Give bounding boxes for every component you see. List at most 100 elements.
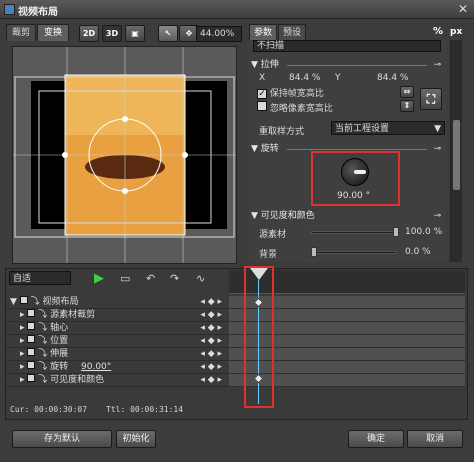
stretch-divider <box>287 65 427 66</box>
track-checkbox[interactable] <box>27 322 36 330</box>
split-view-icon[interactable]: ▣ <box>125 25 145 42</box>
ignore-pixel-checkbox[interactable] <box>257 101 267 111</box>
track-row[interactable]: ▸ ⤵ 位置 ◂ ◆ ▸ <box>6 335 228 348</box>
source-slider-knob[interactable] <box>393 227 399 237</box>
window-title: 视频布局 <box>18 7 58 18</box>
track-label: 源素材裁剪 <box>50 310 96 320</box>
close-icon[interactable]: ✕ <box>456 2 470 16</box>
redo-icon[interactable]: ↷ <box>170 272 179 285</box>
link-icon[interactable]: ⊸ <box>433 209 441 223</box>
ignore-pixel-row[interactable]: 忽略像素宽高比 <box>257 101 333 114</box>
handle-bottom[interactable] <box>122 188 128 194</box>
resample-label: 重取样方式 <box>259 127 305 137</box>
rotation-value[interactable]: 90.00 ° <box>337 191 370 201</box>
stretch-x-value[interactable]: 84.4 % <box>289 73 320 83</box>
keyframe-nav-icon[interactable]: ◂ ◆ ▸ <box>200 322 228 335</box>
track-row[interactable]: ▸ ⤵ 源素材裁剪 ◂ ◆ ▸ <box>6 309 228 322</box>
source-label: 源素材 <box>259 230 287 240</box>
keyframe-nav-icon[interactable]: ◂ ◆ ▸ <box>200 335 228 348</box>
zoom-value: 44.00% <box>200 29 235 39</box>
keep-ratio-row[interactable]: ✓ 保持帧宽高比 <box>257 86 324 99</box>
swap-vertical-icon[interactable]: ⇕ <box>400 100 414 112</box>
scroll-thumb[interactable] <box>453 120 460 190</box>
handle-left[interactable] <box>62 152 68 158</box>
ok-button[interactable]: 确定 <box>348 430 404 448</box>
source-value[interactable]: 100.0 % <box>405 227 442 237</box>
track-row[interactable]: ▼ ⤵ 视频布局 ◂ ◆ ▸ <box>6 296 228 309</box>
undo-icon[interactable]: ↶ <box>146 272 155 285</box>
visibility-section-header[interactable]: ▼ 可见度和颜色 ⊸ <box>251 209 445 223</box>
handle-top[interactable] <box>122 116 128 122</box>
track-checkbox[interactable] <box>27 361 36 369</box>
chevron-down-icon: ▼ <box>434 124 441 134</box>
swap-icon[interactable]: ⇔ <box>400 86 414 98</box>
track-row[interactable]: ▸ ⤵ 可见度和颜色 ◂ ◆ ▸ <box>6 374 228 387</box>
fit-mode-select[interactable]: 自适 <box>9 271 71 285</box>
tab-presets[interactable]: 预设 <box>278 24 306 41</box>
rotation-divider <box>287 149 427 150</box>
track-label: 可见度和颜色 <box>50 375 105 385</box>
tab-params[interactable]: 参数 <box>249 24 277 41</box>
keep-ratio-checkbox[interactable]: ✓ <box>257 89 267 99</box>
percent-unit-button[interactable]: % <box>433 26 443 37</box>
cursor-icon[interactable]: ↖ <box>158 25 178 42</box>
handle-right[interactable] <box>182 152 188 158</box>
initialize-button[interactable]: 初始化 <box>116 430 156 448</box>
play-icon[interactable]: ▶ <box>94 271 104 286</box>
keyframe-nav-icon[interactable]: ◂ ◆ ▸ <box>200 361 228 374</box>
visibility-title: 可见度和颜色 <box>260 211 315 221</box>
track-value[interactable]: 90.00° <box>81 362 111 372</box>
bg-value[interactable]: 0.0 % <box>405 247 431 257</box>
source-slider[interactable] <box>311 231 397 234</box>
fit-icon[interactable]: ⛶ <box>420 88 442 110</box>
comment-icon[interactable]: ▭ <box>120 272 130 285</box>
track-checkbox[interactable] <box>27 335 36 343</box>
rotation-dial[interactable] <box>341 158 369 186</box>
3d-button[interactable]: 3D <box>102 25 122 42</box>
link-icon[interactable]: ⊸ <box>433 58 441 72</box>
params-scrollbar[interactable] <box>450 40 462 262</box>
fit-mode-value: 自适 <box>13 274 32 284</box>
tab-transform[interactable]: 变换 <box>37 24 69 41</box>
save-default-button[interactable]: 存为默认 <box>12 430 112 448</box>
2d-button[interactable]: 2D <box>79 25 99 42</box>
track-checkbox[interactable] <box>19 296 28 304</box>
stretch-y-value[interactable]: 84.4 % <box>377 73 408 83</box>
stretch-x-label: X <box>259 73 266 83</box>
preview-svg <box>13 47 236 263</box>
track-label: 视频布局 <box>42 297 79 307</box>
track-row[interactable]: ▸ ⤵ 伸展 ◂ ◆ ▸ <box>6 348 228 361</box>
keep-ratio-label: 保持帧宽高比 <box>269 89 324 99</box>
curve-icon[interactable]: ∿ <box>196 272 205 285</box>
scan-select-value: 不扫描 <box>257 41 285 51</box>
bg-label: 背景 <box>259 250 278 260</box>
rotation-title: 旋转 <box>260 144 279 154</box>
scan-select[interactable]: 不扫描 <box>253 40 441 52</box>
title-bar <box>0 0 474 19</box>
link-icon[interactable]: ⊸ <box>433 142 441 156</box>
stretch-title: 拉伸 <box>260 60 279 70</box>
resample-value: 当前工程设置 <box>335 124 390 134</box>
track-checkbox[interactable] <box>27 348 36 356</box>
track-row[interactable]: ▸ ⤵ 轴心 ◂ ◆ ▸ <box>6 322 228 335</box>
tab-crop[interactable]: 裁剪 <box>6 24 36 41</box>
track-checkbox[interactable] <box>27 309 36 317</box>
keyframe-nav-icon[interactable]: ◂ ◆ ▸ <box>200 296 228 309</box>
bg-slider-knob[interactable] <box>311 247 317 257</box>
track-label: 旋转 <box>50 362 69 372</box>
bg-slider[interactable] <box>311 251 397 254</box>
keyframe-nav-icon[interactable]: ◂ ◆ ▸ <box>200 374 228 387</box>
resample-select[interactable]: 当前工程设置 ▼ <box>331 121 445 135</box>
track-checkbox[interactable] <box>27 374 36 382</box>
playhead-icon[interactable] <box>250 268 268 280</box>
track-label: 轴心 <box>50 323 69 333</box>
keyframe-nav-icon[interactable]: ◂ ◆ ▸ <box>200 309 228 322</box>
stretch-y-label: Y <box>335 73 341 83</box>
zoom-select[interactable]: 44.00% <box>196 26 242 42</box>
track-row[interactable]: ▸ ⤵ 旋转 90.00° ◂ ◆ ▸ <box>6 361 228 374</box>
keyframe-nav-icon[interactable]: ◂ ◆ ▸ <box>200 348 228 361</box>
px-unit-button[interactable]: px <box>450 27 462 37</box>
app-icon <box>4 4 15 15</box>
cancel-button[interactable]: 取消 <box>407 430 463 448</box>
preview-canvas[interactable] <box>12 46 237 264</box>
